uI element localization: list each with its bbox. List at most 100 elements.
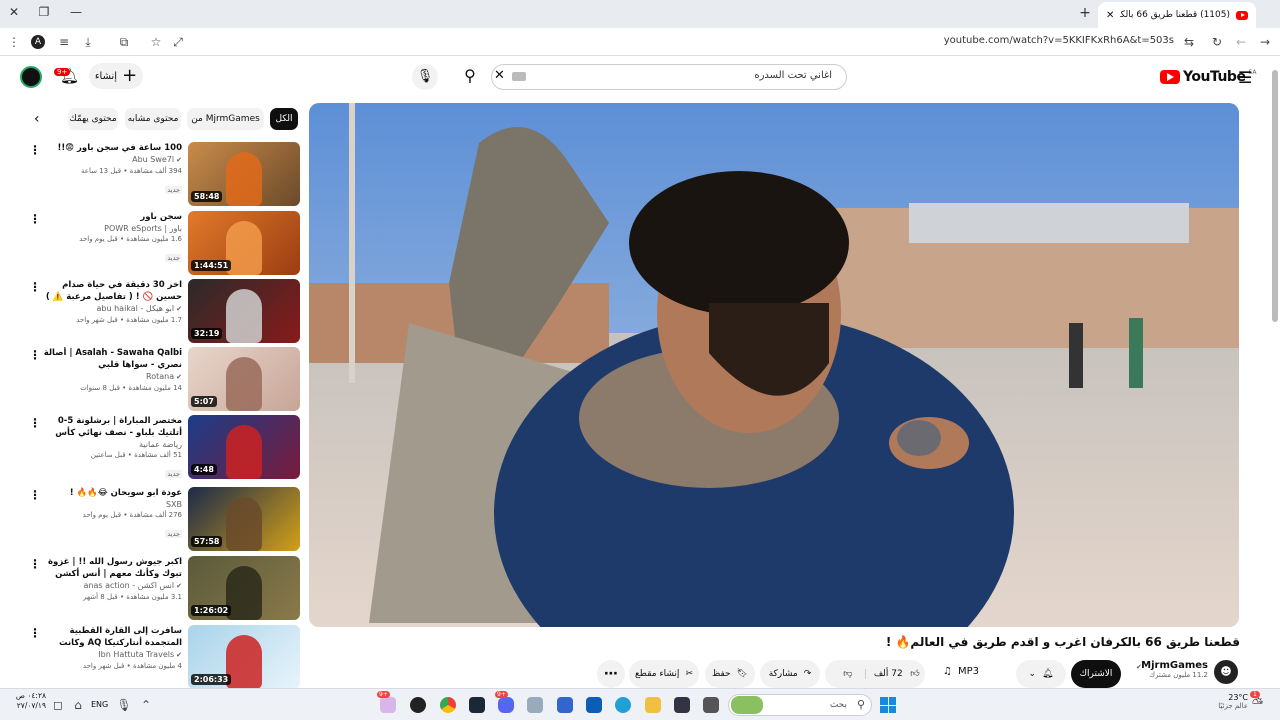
extensions-icon[interactable]: ⧉ bbox=[116, 35, 132, 49]
chips-scroll-left-icon[interactable]: ‹ bbox=[34, 111, 40, 127]
browser-tab[interactable]: (1105) قطعنا طريق 66 بالكرفان ✕ bbox=[1098, 2, 1256, 28]
windows-start-icon[interactable] bbox=[880, 697, 896, 713]
more-options-icon[interactable]: ⋮ bbox=[28, 489, 42, 501]
more-options-icon[interactable]: ⋮ bbox=[28, 558, 42, 570]
list-item[interactable]: 1:26:02 اكبر جيوش رسول الله !! | غزوة تبو… bbox=[28, 556, 300, 622]
channel-name[interactable]: ابو هيكل - abu haikal bbox=[97, 304, 175, 313]
search-icon[interactable]: ⚲ bbox=[452, 64, 488, 90]
notification-center-icon[interactable]: ◻ bbox=[50, 698, 66, 712]
mp3-button[interactable]: ♫ MP3 bbox=[943, 666, 979, 677]
discord-icon[interactable] bbox=[498, 697, 514, 713]
channel-name[interactable]: باور | POWR eSports bbox=[104, 224, 182, 233]
clock[interactable]: ٠٤:٢٨ ص ٢٧/٠٧/١٩ bbox=[8, 691, 46, 711]
video-title[interactable]: سافرت إلى القارة القطبية المتجمدة أنتارك… bbox=[42, 625, 182, 649]
app-icon-3[interactable] bbox=[674, 697, 690, 713]
chip-for-you[interactable]: محتوى يهمّك bbox=[68, 108, 118, 130]
language-indicator[interactable]: ENG bbox=[91, 700, 108, 709]
dislike-button[interactable]: 👎︎ bbox=[830, 669, 867, 679]
video-thumbnail[interactable]: 1:44:51 bbox=[188, 211, 300, 275]
close-icon[interactable]: ✕ bbox=[6, 5, 22, 19]
keyboard-icon[interactable] bbox=[512, 72, 526, 81]
new-tab-icon[interactable]: + bbox=[1077, 5, 1093, 21]
video-title[interactable]: مختصر المباراة | برشلونة 5-0 أتلتيك بلبا… bbox=[42, 415, 182, 439]
media-icon[interactable]: ≡ bbox=[56, 35, 72, 49]
video-title[interactable]: 100 ساعة في سجن باور 😨!! bbox=[42, 142, 182, 154]
menu-dots-icon[interactable]: ⋮ bbox=[6, 35, 22, 49]
list-item[interactable]: 2:06:33 سافرت إلى القارة القطبية المتجمدة… bbox=[28, 625, 300, 691]
channel-name[interactable]: انس اكشن - anas action bbox=[83, 581, 174, 590]
list-item[interactable]: 4:48 مختصر المباراة | برشلونة 5-0 أتلتيك … bbox=[28, 415, 300, 481]
more-options-icon[interactable]: ⋮ bbox=[28, 144, 42, 156]
app-icon-4[interactable] bbox=[703, 697, 719, 713]
store-icon[interactable] bbox=[586, 697, 602, 713]
channel-name[interactable]: Ibn Hattuta Travels bbox=[98, 650, 174, 659]
profile-icon[interactable]: A bbox=[31, 35, 45, 49]
share-button[interactable]: مشاركة ↷ bbox=[760, 660, 820, 688]
video-thumbnail[interactable]: 58:48 bbox=[188, 142, 300, 206]
video-thumbnail[interactable]: 1:26:02 bbox=[188, 556, 300, 620]
like-count[interactable]: 72 ألف bbox=[866, 669, 910, 679]
list-item[interactable]: 1:44:51 سجن باور باور | POWR eSports 1.6 مل… bbox=[28, 211, 300, 277]
more-options-icon[interactable]: ⋮ bbox=[28, 281, 42, 293]
steam-icon[interactable] bbox=[469, 697, 485, 713]
minimize-icon[interactable]: — bbox=[68, 5, 84, 19]
page-action-icon[interactable]: ⤢ bbox=[170, 35, 186, 49]
network-icon[interactable]: ⌂ bbox=[70, 698, 86, 712]
channel-avatar[interactable]: ☻ bbox=[1214, 660, 1238, 684]
restore-icon[interactable]: ❐ bbox=[36, 5, 52, 19]
outlook-icon[interactable] bbox=[557, 697, 573, 713]
list-item[interactable]: 5:07 Asalah - Sawaha Qalbi | أصالة نصري -… bbox=[28, 347, 300, 413]
video-title[interactable]: عودة ابو سويحان 😂🔥🔥 ! bbox=[42, 487, 182, 499]
download-icon[interactable]: ⤓ bbox=[80, 35, 96, 49]
forward-icon[interactable]: ← bbox=[1233, 35, 1249, 49]
settings-icon[interactable] bbox=[527, 697, 543, 713]
more-options-icon[interactable]: ⋮ bbox=[28, 627, 42, 639]
channel-name[interactable]: MjrmGames bbox=[1136, 660, 1208, 671]
channel-name[interactable]: SXB bbox=[166, 500, 182, 509]
clear-search-icon[interactable]: ✕ bbox=[494, 68, 505, 83]
chip-related[interactable]: محتوى مشابه bbox=[125, 108, 181, 130]
app-icon-2[interactable] bbox=[410, 697, 426, 713]
subscribe-button[interactable]: الاشتراك bbox=[1071, 660, 1121, 688]
bookmark-star-icon[interactable]: ☆ bbox=[148, 35, 164, 49]
tab-close-icon[interactable]: ✕ bbox=[1106, 10, 1114, 21]
list-item[interactable]: 57:58 عودة ابو سويحان 😂🔥🔥 ! SXB 276 ألف مشا… bbox=[28, 487, 300, 553]
app-icon-1[interactable] bbox=[380, 697, 396, 713]
url-text[interactable]: youtube.com/watch?v=5KKIFKxRh6A&t=503s bbox=[944, 35, 1174, 46]
video-title[interactable]: سجن باور bbox=[42, 211, 182, 223]
search-input[interactable]: اغاني تحت السدره bbox=[491, 64, 847, 90]
video-thumbnail[interactable]: 4:48 bbox=[188, 415, 300, 479]
file-explorer-icon[interactable] bbox=[645, 697, 661, 713]
save-button[interactable]: حفظ 🔖︎ bbox=[705, 660, 755, 688]
site-settings-icon[interactable]: ⇆ bbox=[1181, 35, 1197, 49]
more-options-icon[interactable]: ⋮ bbox=[28, 417, 42, 429]
notification-bell-button[interactable]: ⌄ 🔔︎ bbox=[1016, 660, 1066, 688]
channel-name[interactable]: Rotana bbox=[146, 372, 174, 381]
video-player[interactable] bbox=[309, 103, 1239, 627]
clip-button[interactable]: إنشاء مقطع ✂ bbox=[629, 660, 699, 688]
tray-chevron-icon[interactable]: ⌃ bbox=[138, 698, 154, 712]
chrome-icon[interactable] bbox=[440, 697, 456, 713]
video-title[interactable]: اكبر جيوش رسول الله !! | غزوة تبوك وكأنك… bbox=[42, 556, 182, 580]
video-thumbnail[interactable]: 32:19 bbox=[188, 279, 300, 343]
more-options-icon[interactable]: ⋮ bbox=[28, 349, 42, 361]
video-thumbnail[interactable]: 57:58 bbox=[188, 487, 300, 551]
video-title[interactable]: Asalah - Sawaha Qalbi | أصالة نصري - سوا… bbox=[42, 347, 182, 371]
like-icon[interactable]: 👍︎ bbox=[910, 669, 919, 679]
video-title[interactable]: اخر 30 دقيقة في حياة صدام حسين 🚫 ! ( تفا… bbox=[42, 279, 182, 303]
more-actions-button[interactable]: ⋯ bbox=[597, 660, 625, 688]
video-thumbnail[interactable]: 5:07 bbox=[188, 347, 300, 411]
video-thumbnail[interactable]: 2:06:33 bbox=[188, 625, 300, 689]
channel-name[interactable]: رياضة عمانية bbox=[139, 440, 182, 449]
back-icon[interactable]: → bbox=[1257, 35, 1273, 49]
list-item[interactable]: 32:19 اخر 30 دقيقة في حياة صدام حسين 🚫 ! … bbox=[28, 279, 300, 345]
chip-from-channel[interactable]: من MjrmGames bbox=[187, 108, 264, 130]
create-button[interactable]: إنشاء + bbox=[89, 63, 143, 89]
microphone-icon[interactable]: 🎙︎ bbox=[412, 64, 438, 90]
reload-icon[interactable]: ↻ bbox=[1209, 35, 1225, 49]
edge-icon[interactable] bbox=[615, 697, 631, 713]
hamburger-menu-icon[interactable]: ☰ bbox=[1238, 68, 1252, 87]
list-item[interactable]: 58:48 100 ساعة في سجن باور 😨!! ✔Abu Swe7l 3… bbox=[28, 142, 300, 208]
chip-all[interactable]: الكل bbox=[270, 108, 298, 130]
page-scrollbar[interactable] bbox=[1272, 70, 1278, 322]
